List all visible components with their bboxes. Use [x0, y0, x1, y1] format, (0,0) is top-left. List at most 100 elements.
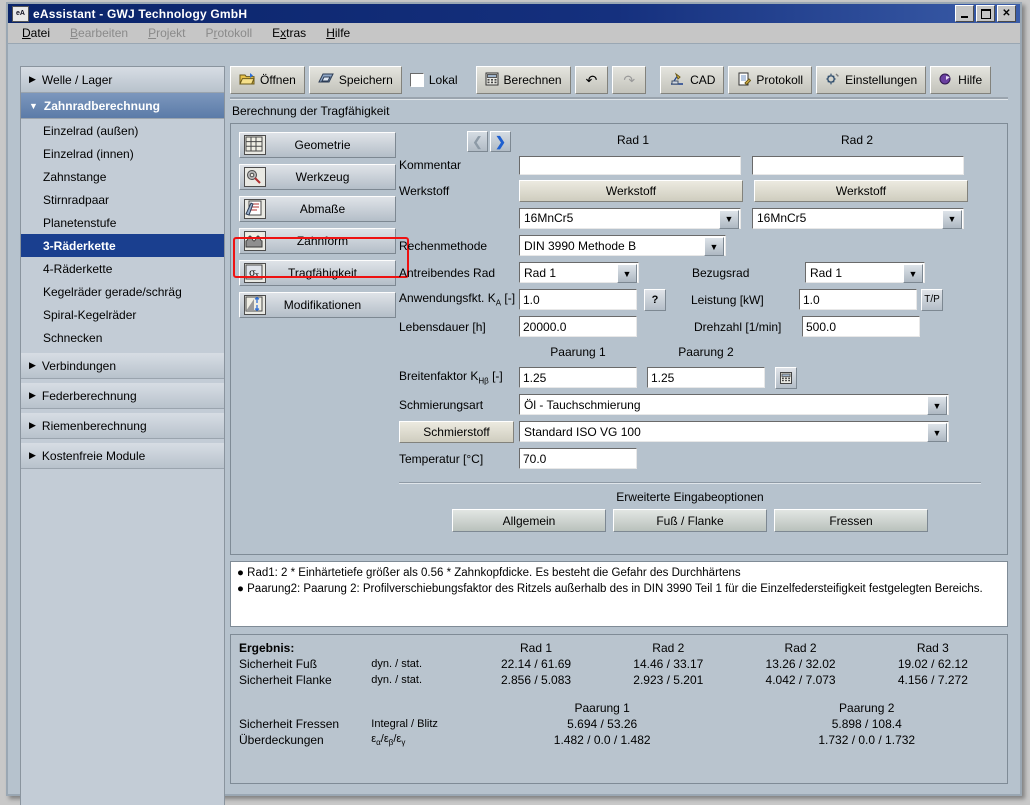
chevron-down-icon[interactable]: ▼	[704, 237, 724, 256]
sidebar-item-einzelrad-innen[interactable]: Einzelrad (innen)	[21, 142, 224, 165]
allgemein-button[interactable]: Allgemein	[452, 509, 606, 532]
sidebar-group-riemenberechnung[interactable]: ▶Riemenberechnung	[21, 413, 224, 439]
app-icon: eA	[12, 6, 29, 22]
close-button[interactable]: ✕	[997, 5, 1016, 22]
sidebar-item-stirnradpaar[interactable]: Stirnradpaar	[21, 188, 224, 211]
menu-bar: Datei Bearbeiten Projekt Protokoll Extra…	[8, 23, 1020, 44]
sidebar-group-kostenfreie-module[interactable]: ▶Kostenfreie Module	[21, 443, 224, 469]
menu-projekt[interactable]: Projekt	[148, 26, 185, 40]
gear-icon	[825, 72, 840, 89]
sidebar-group-zahnradberechnung[interactable]: ▼Zahnradberechnung	[21, 93, 224, 119]
menu-datei[interactable]: Datei	[22, 26, 50, 40]
result-type-fuss: dyn. / stat.	[371, 656, 470, 672]
ka-help-button[interactable]: ?	[644, 289, 666, 311]
open-button[interactable]: Öffnen	[230, 66, 305, 94]
geometrie-button[interactable]: Geometrie	[239, 132, 396, 158]
undo-button[interactable]: ↶	[575, 66, 609, 94]
sidebar-item-3-raederkette[interactable]: 3-Räderkette	[21, 234, 224, 257]
chevron-down-icon[interactable]: ▼	[719, 210, 739, 229]
menu-extras[interactable]: Extras	[272, 26, 306, 40]
tragfaehigkeit-label: Tragfähigkeit	[272, 266, 395, 280]
fressen-button[interactable]: Fressen	[774, 509, 928, 532]
comment-rad2-input[interactable]	[752, 156, 964, 175]
chevron-down-icon[interactable]: ▼	[942, 210, 962, 229]
result-value: 14.46 / 33.17	[602, 656, 734, 672]
main-window: eA eAssistant - GWJ Technology GmbH ✕ Da…	[6, 2, 1022, 796]
maximize-button[interactable]	[976, 5, 995, 22]
sidebar-group-federberechnung[interactable]: ▶Federberechnung	[21, 383, 224, 409]
sidebar-item-kegelraeder[interactable]: Kegelräder gerade/schräg	[21, 280, 224, 303]
chevron-down-icon[interactable]: ▼	[903, 264, 923, 283]
driving-wheel-select[interactable]: Rad 1 ▼	[519, 262, 639, 283]
save-button[interactable]: Speichern	[309, 66, 402, 94]
sidebar-group-welle-lager[interactable]: ▶Welle / Lager	[21, 67, 224, 93]
result-value: 4.156 / 7.272	[867, 672, 999, 688]
comment-rad1-input[interactable]	[519, 156, 741, 175]
material-rad2-button[interactable]: Werkstoff	[754, 180, 968, 202]
sidebar-item-4-raederkette[interactable]: 4-Räderkette	[21, 257, 224, 280]
temperature-input[interactable]: 70.0	[519, 448, 637, 469]
menu-bearbeiten[interactable]: Bearbeiten	[70, 26, 128, 40]
pair-results-table: Paarung 1 Paarung 2 Sicherheit Fressen I…	[239, 700, 999, 748]
input-form: ❮ ❯ Rad 1 Rad 2 Kommentar	[399, 128, 1001, 532]
material-rad2-select[interactable]: 16MnCr5 ▼	[752, 208, 964, 229]
result-header-rad2b: Rad 2	[734, 640, 866, 656]
chevron-down-icon[interactable]: ▼	[927, 423, 947, 442]
sidebar-item-schnecken[interactable]: Schnecken	[21, 326, 224, 349]
speed-input[interactable]: 500.0	[802, 316, 920, 337]
khb-label: Breitenfaktor KHβ [-]	[399, 369, 519, 385]
khb-pair1-input[interactable]: 1.25	[519, 367, 637, 388]
minimize-button[interactable]	[955, 5, 974, 22]
tragfaehigkeit-button[interactable]: σx Tragfähigkeit	[239, 260, 396, 286]
next-pair-button[interactable]: ❯	[490, 131, 511, 152]
redo-button[interactable]: ↷	[612, 66, 646, 94]
ka-input[interactable]: 1.0	[519, 289, 637, 310]
window-body: ▶Welle / Lager ▼Zahnradberechnung Einzel…	[8, 44, 1020, 794]
material-label: Werkstoff	[399, 184, 519, 198]
sidebar-group-verbindungen[interactable]: ▶Verbindungen	[21, 353, 224, 379]
method-label: Rechenmethode	[399, 239, 519, 253]
modifikationen-button[interactable]: Modifikationen	[239, 292, 396, 318]
chevron-right-icon: ▶	[29, 360, 36, 371]
method-select[interactable]: DIN 3990 Methode B ▼	[519, 235, 726, 256]
cad-button[interactable]: CAD	[660, 66, 724, 94]
chevron-down-icon[interactable]: ▼	[927, 396, 947, 415]
lubricant-button[interactable]: Schmierstoff	[399, 421, 514, 443]
lubricant-value: Standard ISO VG 100	[524, 425, 641, 439]
khb-calculator-button[interactable]	[775, 367, 797, 389]
power-input[interactable]: 1.0	[799, 289, 917, 310]
material-rad1-button[interactable]: Werkstoff	[519, 180, 743, 202]
sidebar-item-planetenstufe[interactable]: Planetenstufe	[21, 211, 224, 234]
sidebar-item-zahnstange[interactable]: Zahnstange	[21, 165, 224, 188]
menu-protokoll[interactable]: Protokoll	[205, 26, 252, 40]
menu-hilfe[interactable]: Hilfe	[326, 26, 350, 40]
previous-pair-button[interactable]: ❮	[467, 131, 488, 152]
zahnform-button[interactable]: Zahnform	[239, 228, 396, 254]
werkzeug-button[interactable]: Werkzeug	[239, 164, 396, 190]
title-bar: eA eAssistant - GWJ Technology GmbH ✕	[8, 4, 1020, 23]
lubrication-type-select[interactable]: Öl - Tauchschmierung ▼	[519, 394, 949, 415]
life-input[interactable]: 20000.0	[519, 316, 637, 337]
lubrication-type-label: Schmierungsart	[399, 398, 519, 412]
reference-wheel-label: Bezugsrad	[639, 266, 805, 280]
lubricant-select[interactable]: Standard ISO VG 100 ▼	[519, 421, 949, 442]
material-rad1-select[interactable]: 16MnCr5 ▼	[519, 208, 741, 229]
local-checkbox[interactable]: Lokal	[406, 73, 462, 87]
protocol-button[interactable]: Protokoll	[728, 66, 812, 94]
khb-pair2-input[interactable]: 1.25	[647, 367, 765, 388]
settings-button[interactable]: Einstellungen	[816, 66, 926, 94]
sidebar-item-einzelrad-aussen[interactable]: Einzelrad (außen)	[21, 119, 224, 142]
sidebar-item-label: Riemenberechnung	[42, 419, 147, 433]
help-book-icon	[939, 72, 953, 89]
abmasse-button[interactable]: Abmaße	[239, 196, 396, 222]
reference-wheel-select[interactable]: Rad 1 ▼	[805, 262, 925, 283]
calculate-button[interactable]: Berechnen	[476, 66, 571, 94]
calculator-icon	[780, 372, 792, 384]
checkbox-box[interactable]	[410, 73, 424, 87]
fuss-flanke-button[interactable]: Fuß / Flanke	[613, 509, 767, 532]
chevron-down-icon[interactable]: ▼	[617, 264, 637, 283]
calculate-label: Berechnen	[504, 73, 562, 87]
help-button[interactable]: Hilfe	[930, 66, 991, 94]
sidebar-item-spiral-kegelraeder[interactable]: Spiral-Kegelräder	[21, 303, 224, 326]
torque-power-toggle-button[interactable]: T/P	[921, 289, 943, 311]
